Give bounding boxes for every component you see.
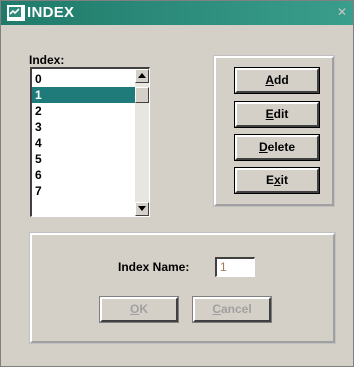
cancel-label-post: ancel	[220, 302, 252, 316]
add-button[interactable]: Add	[234, 67, 320, 94]
arrow-down-icon	[138, 206, 146, 211]
exit-label-pre: E	[265, 173, 274, 187]
index-name-panel: Index Name: 1 OK Cancel	[29, 232, 336, 344]
add-label-post: dd	[274, 73, 289, 87]
add-label-key: A	[265, 73, 274, 87]
ok-button[interactable]: OK	[99, 296, 179, 323]
scroll-thumb[interactable]	[135, 87, 149, 103]
title-bar[interactable]: INDEX ✕	[1, 1, 353, 25]
list-item[interactable]: 7	[32, 183, 138, 199]
list-item[interactable]: 2	[32, 103, 138, 119]
delete-button[interactable]: Delete	[234, 134, 320, 161]
index-listbox[interactable]: 0 1 2 3 4 5 6 7	[30, 67, 150, 217]
exit-label-key: x	[273, 173, 281, 187]
edit-button[interactable]: Edit	[234, 101, 320, 128]
scroll-down-button[interactable]	[135, 202, 149, 216]
cancel-label-key: C	[212, 302, 221, 316]
edit-label-key: E	[265, 107, 274, 121]
app-window-icon	[7, 5, 25, 21]
list-item-selected[interactable]: 1	[32, 87, 138, 103]
arrow-up-icon	[138, 73, 146, 78]
vertical-scrollbar[interactable]	[135, 69, 149, 216]
index-dialog: INDEX ✕ Index: 0 1 2 3 4 5 6 7 Add Edit …	[0, 0, 354, 367]
actions-panel: Add Edit Delete Exit	[213, 55, 335, 207]
delete-label-post: elete	[267, 140, 296, 154]
index-name-label: Index Name:	[118, 260, 190, 274]
ok-label-post: K	[139, 302, 148, 316]
list-item[interactable]: 3	[32, 119, 138, 135]
index-list-items: 0 1 2 3 4 5 6 7	[32, 71, 138, 199]
index-name-field[interactable]: 1	[215, 257, 255, 277]
list-item[interactable]: 5	[32, 151, 138, 167]
close-icon[interactable]: ✕	[335, 5, 349, 19]
list-item[interactable]: 6	[32, 167, 138, 183]
cancel-button[interactable]: Cancel	[192, 296, 272, 323]
scroll-up-button[interactable]	[135, 69, 149, 83]
edit-label-post: dit	[273, 107, 289, 121]
list-item[interactable]: 0	[32, 71, 138, 87]
list-item[interactable]: 4	[32, 135, 138, 151]
ok-label-key: O	[129, 302, 140, 316]
window-title: INDEX	[27, 4, 75, 21]
index-list-label: Index:	[29, 53, 65, 67]
exit-label-post: it	[280, 173, 289, 187]
exit-button[interactable]: Exit	[234, 167, 320, 194]
delete-label-key: D	[258, 140, 268, 154]
